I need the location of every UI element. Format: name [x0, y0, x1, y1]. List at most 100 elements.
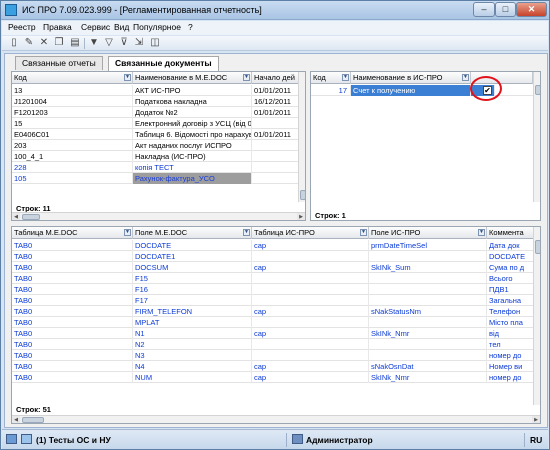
cell-code: E0406C01 [12, 129, 133, 140]
scroll-thumb[interactable] [22, 417, 44, 423]
vertical-scrollbar[interactable] [533, 227, 540, 405]
tab-linked-reports[interactable]: Связанные отчеты [15, 56, 103, 70]
user-icon [292, 434, 303, 444]
column-header-comment[interactable]: Коммента [487, 227, 534, 239]
menu-service[interactable]: Сервис [81, 22, 110, 32]
table-row[interactable]: TAB0 FIRM_TELEFON cap sNakStatusNm Телеф… [12, 306, 534, 317]
maximize-button[interactable]: □ [495, 2, 516, 17]
column-header-ispro-field[interactable]: Поле ИС-ПРО ▼ [369, 227, 487, 239]
horizontal-scrollbar[interactable]: ◀ ▶ [12, 212, 305, 220]
column-filter-icon[interactable]: ▼ [462, 74, 469, 81]
menu-edit[interactable]: Правка [43, 22, 72, 32]
new-doc-icon[interactable]: ▯ [8, 37, 20, 49]
table-row[interactable]: E0406C01 Таблиця 6. Відомості про нараху… [12, 129, 299, 140]
table-row[interactable]: 15 Електронний договір з УСЦ (від 0... [12, 118, 299, 129]
horizontal-scrollbar[interactable]: ◀ ▶ [12, 415, 540, 423]
column-header-name[interactable]: Наименование в M.E.DOC ▼ [133, 72, 252, 84]
scroll-right-icon[interactable]: ▶ [297, 213, 305, 220]
column-filter-icon[interactable]: ▼ [342, 74, 349, 81]
cell-name: копія ТЕСТ [133, 162, 252, 173]
language-indicator[interactable]: RU [530, 433, 542, 447]
filter-icon[interactable]: ▼ [88, 37, 100, 49]
cell-ispro-field [369, 284, 487, 295]
table-row[interactable]: TAB0 F17 Загальна [12, 295, 534, 306]
scroll-thumb[interactable] [300, 190, 305, 200]
column-filter-icon[interactable]: ▼ [124, 74, 131, 81]
copy-icon[interactable]: ❐ [53, 37, 65, 49]
cell-medoc-table: TAB0 [12, 284, 133, 295]
company-name[interactable]: (1) Тесты ОС и НУ [36, 433, 111, 447]
filter-remove-icon[interactable]: ⊽ [118, 37, 130, 49]
cell-medoc-table: TAB0 [12, 317, 133, 328]
table-row[interactable]: TAB0 N2 тел [12, 339, 534, 350]
cell-medoc-field: F15 [133, 273, 252, 284]
cell-comment: номер до [487, 372, 534, 383]
column-header-code[interactable]: Код ▼ [311, 72, 351, 84]
cell-start [252, 151, 299, 162]
print-icon[interactable]: ▤ [69, 37, 81, 49]
column-header-medoc-table[interactable]: Таблица M.E.DOC ▼ [12, 227, 133, 239]
menu-help[interactable]: ? [188, 22, 193, 32]
cell-name: АКТ ИС-ПРО [133, 85, 252, 96]
table-row[interactable]: TAB0 MPLAT Місто пла [12, 317, 534, 328]
table-row-selected[interactable]: 105 Рахунок-фактура_УСО [12, 173, 299, 184]
table-row[interactable]: TAB0 DOCSUM cap SkINk_Sum Сума по д [12, 262, 534, 273]
table-row[interactable]: F1201203 Додаток №2 01/01/2011 [12, 107, 299, 118]
delete-icon[interactable]: ✕ [38, 37, 50, 49]
close-button[interactable]: ✕ [516, 2, 547, 17]
scroll-thumb[interactable] [535, 85, 540, 95]
minimize-button[interactable]: – [473, 2, 495, 17]
cell-name: Рахунок-фактура_УСО [133, 173, 252, 184]
tab-linked-documents[interactable]: Связанные документы [108, 56, 219, 71]
column-filter-icon[interactable]: ▼ [243, 229, 250, 236]
cell-medoc-table: TAB0 [12, 262, 133, 273]
table-row[interactable]: TAB0 F15 Всього [12, 273, 534, 284]
scroll-thumb[interactable] [22, 214, 40, 220]
report-icon[interactable]: ◫ [149, 37, 161, 49]
filter-add-icon[interactable]: ▽ [103, 37, 115, 49]
edit-icon[interactable]: ✎ [23, 37, 35, 49]
cell-start [252, 118, 299, 129]
cell-comment: Дата док [487, 240, 534, 251]
scroll-left-icon[interactable]: ◀ [12, 416, 20, 423]
export-icon[interactable]: ⇲ [133, 37, 145, 49]
column-filter-icon[interactable]: ▼ [243, 74, 250, 81]
vertical-scrollbar[interactable] [533, 72, 540, 202]
table-row[interactable]: TAB0 N1 cap SkINk_Nmr від [12, 328, 534, 339]
table-row[interactable]: 203 Акт наданих послуг ИСПРО [12, 140, 299, 151]
row-count: Строк: 51 [16, 405, 51, 414]
column-header-ispro-table[interactable]: Таблица ИС-ПРО ▼ [252, 227, 369, 239]
column-filter-icon[interactable]: ▼ [124, 229, 131, 236]
column-header-medoc-field[interactable]: Поле M.E.DOC ▼ [133, 227, 252, 239]
table-row[interactable]: 100_4_1 Накладна (ИС-ПРО) [12, 151, 299, 162]
table-row[interactable]: 228 копія ТЕСТ [12, 162, 299, 173]
table-row[interactable]: TAB0 DOCDATE cap prmDateTimeSel Дата док [12, 240, 534, 251]
cell-comment: Сума по д [487, 262, 534, 273]
column-filter-icon[interactable]: ▼ [360, 229, 367, 236]
menu-popular[interactable]: Популярное [133, 22, 181, 32]
table-row[interactable]: TAB0 F16 ПДВ1 [12, 284, 534, 295]
table-row[interactable]: TAB0 DOCDATE1 DOCDATE [12, 251, 534, 262]
cell-start [252, 173, 299, 184]
menu-registry[interactable]: Реестр [8, 22, 36, 32]
column-header-name[interactable]: Наименование в ИС-ПРО ▼ [351, 72, 471, 84]
title-bar[interactable]: ИС ПРО 7.09.023.999 - [Регламентированна… [1, 1, 549, 20]
scroll-left-icon[interactable]: ◀ [12, 213, 20, 220]
table-row[interactable]: J1201004 Податкова накладна 16/12/2011 [12, 96, 299, 107]
cell-comment: Телефон [487, 306, 534, 317]
cell-ispro-table [252, 350, 369, 361]
cell-medoc-table: TAB0 [12, 240, 133, 251]
menu-view[interactable]: Вид [114, 22, 129, 32]
column-header-code[interactable]: Код ▼ [12, 72, 133, 84]
scroll-right-icon[interactable]: ▶ [532, 416, 540, 423]
current-user[interactable]: Администратор [306, 433, 373, 447]
scroll-thumb[interactable] [535, 240, 540, 254]
table-row[interactable]: TAB0 NUM cap SkINk_Nmr номер до [12, 372, 534, 383]
vertical-scrollbar[interactable] [298, 72, 305, 202]
column-header-start[interactable]: Начало дей [252, 72, 299, 84]
column-filter-icon[interactable]: ▼ [478, 229, 485, 236]
window-title: ИС ПРО 7.09.023.999 - [Регламентированна… [22, 5, 262, 15]
table-row[interactable]: 13 АКТ ИС-ПРО 01/01/2011 [12, 85, 299, 96]
table-row[interactable]: TAB0 N4 cap sNakOsnDat Номер ви [12, 361, 534, 372]
table-row[interactable]: TAB0 N3 номер до [12, 350, 534, 361]
